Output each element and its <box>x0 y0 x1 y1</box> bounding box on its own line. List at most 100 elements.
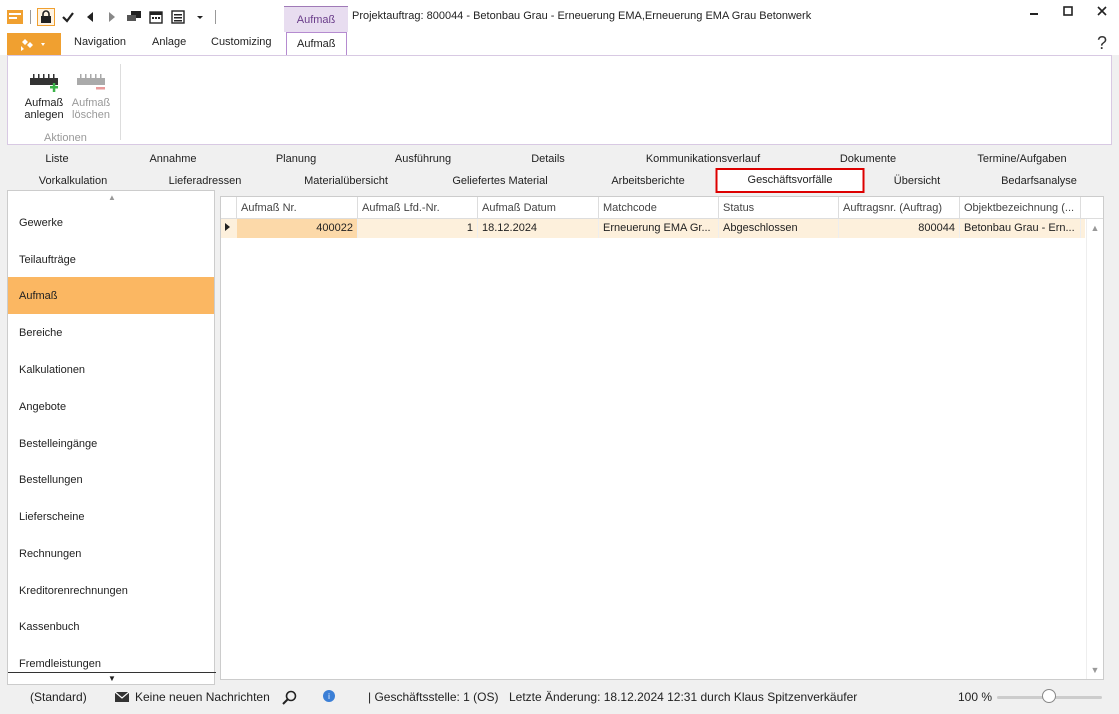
sidebar-item-rechnungen[interactable]: Rechnungen <box>8 535 214 572</box>
layout-label[interactable]: (Standard) <box>30 690 87 704</box>
help-button[interactable]: ? <box>1097 33 1107 54</box>
maximize-icon[interactable] <box>1051 0 1085 22</box>
column-header[interactable]: Aufmaß Lfd.-Nr. <box>358 197 478 219</box>
ribbon-body: Aufmaß anlegen Aufmaß löschen Aktionen <box>7 55 1112 145</box>
lock-icon[interactable] <box>37 8 55 26</box>
button-label: Aufmaß <box>24 97 64 109</box>
nav-tab-bedarfsanalyse[interactable]: Bedarfsanalyse <box>1001 175 1077 187</box>
nav-tab-liste[interactable]: Liste <box>45 153 68 165</box>
nav-tab-dokumente[interactable]: Dokumente <box>840 153 896 165</box>
ribbon-group-separator <box>120 64 121 140</box>
scroll-down-icon[interactable]: ▼ <box>8 672 216 684</box>
calendar-icon[interactable] <box>147 8 165 26</box>
app-menu-button[interactable] <box>7 33 61 55</box>
sidebar-item-kreditorenrechnungen[interactable]: Kreditorenrechnungen <box>8 572 214 609</box>
aufmass-anlegen-button[interactable]: Aufmaß anlegen <box>20 70 68 121</box>
sidebar-item-gewerke[interactable]: Gewerke <box>8 204 214 241</box>
messages-status[interactable]: Keine neuen Nachrichten <box>135 690 270 704</box>
ruler-delete-icon <box>77 74 105 90</box>
row-indicator-header <box>221 197 237 219</box>
column-header[interactable]: Objektbezeichnung (... <box>960 197 1081 219</box>
ruler-add-icon <box>30 74 58 92</box>
nav-tab-geschaeftsvorfaelle[interactable]: Geschäftsvorfälle <box>715 168 865 193</box>
sidebar-item-bestelleingaenge[interactable]: Bestelleingänge <box>8 425 214 462</box>
app-icon[interactable] <box>6 8 24 26</box>
sidebar-item-bereiche[interactable]: Bereiche <box>8 314 214 351</box>
mail-icon <box>114 690 130 704</box>
check-icon[interactable] <box>59 8 77 26</box>
nav-tab-termine-aufgaben[interactable]: Termine/Aufgaben <box>977 153 1066 165</box>
title-bar: Aufmaß Projektauftrag: 800044 - Betonbau… <box>0 0 1119 32</box>
chat-icon[interactable] <box>125 8 143 26</box>
list-icon[interactable] <box>169 8 187 26</box>
table-cell[interactable]: 1 <box>358 219 478 238</box>
nav-tab-row-1: Liste Annahme Planung Ausführung Details… <box>0 148 1119 170</box>
info-icon[interactable]: i <box>323 690 335 702</box>
table-cell[interactable]: Erneuerung EMA Gr... <box>599 219 719 238</box>
nav-tab-lieferadressen[interactable]: Lieferadressen <box>169 175 242 187</box>
nav-tab-geliefertes-material[interactable]: Geliefertes Material <box>452 175 547 187</box>
last-change-status: Letzte Änderung: 18.12.2024 12:31 durch … <box>509 690 858 704</box>
sidebar-item-kalkulationen[interactable]: Kalkulationen <box>8 351 214 388</box>
window-controls <box>1017 0 1119 22</box>
nav-tab-arbeitsberichte[interactable]: Arbeitsberichte <box>611 175 684 187</box>
scroll-down-icon[interactable]: ▼ <box>1087 663 1103 677</box>
separator <box>30 10 31 24</box>
ribbon-group-label: Aktionen <box>44 132 87 144</box>
status-bar: (Standard) Keine neuen Nachrichten | Ges… <box>0 686 1119 714</box>
sidebar-item-kassenbuch[interactable]: Kassenbuch <box>8 608 214 645</box>
table-row[interactable]: 400022 1 18.12.2024 Erneuerung EMA Gr...… <box>221 219 1085 238</box>
zoom-slider-knob[interactable] <box>1042 689 1056 703</box>
dropdown-icon[interactable] <box>191 8 209 26</box>
forward-icon[interactable] <box>103 8 121 26</box>
scroll-up-icon[interactable]: ▲ <box>1087 221 1103 235</box>
sidebar-item-aufmass[interactable]: Aufmaß <box>8 277 214 314</box>
grid-header: Aufmaß Nr. Aufmaß Lfd.-Nr. Aufmaß Datum … <box>221 197 1103 219</box>
sidebar-item-teilauftraege[interactable]: Teilaufträge <box>8 241 214 278</box>
tab-customizing[interactable]: Customizing <box>211 36 272 48</box>
sidebar-item-lieferscheine[interactable]: Lieferscheine <box>8 498 214 535</box>
table-cell[interactable]: Betonbau Grau - Ern... <box>960 219 1081 238</box>
tab-navigation[interactable]: Navigation <box>74 36 126 48</box>
table-cell[interactable]: 400022 <box>237 219 358 238</box>
nav-tab-vorkalkulation[interactable]: Vorkalkulation <box>39 175 108 187</box>
table-cell[interactable]: Abgeschlossen <box>719 219 839 238</box>
branch-status: | Geschäftsstelle: 1 (OS) <box>368 690 499 704</box>
nav-tab-materialuebersicht[interactable]: Materialübersicht <box>304 175 388 187</box>
separator <box>215 10 216 24</box>
sidebar-item-bestellungen[interactable]: Bestellungen <box>8 461 214 498</box>
nav-tab-details[interactable]: Details <box>531 153 565 165</box>
aufmass-loeschen-button[interactable]: Aufmaß löschen <box>67 70 115 121</box>
minimize-icon[interactable] <box>1017 0 1051 22</box>
button-label: Aufmaß <box>71 97 111 109</box>
button-label: anlegen <box>24 109 64 121</box>
quick-access-toolbar <box>6 6 218 28</box>
tab-anlage[interactable]: Anlage <box>152 36 186 48</box>
nav-tab-uebersicht[interactable]: Übersicht <box>894 175 940 187</box>
tab-aufmass[interactable]: Aufmaß <box>286 32 347 56</box>
nav-tab-kommunikationsverlauf[interactable]: Kommunikationsverlauf <box>646 153 760 165</box>
sidebar-item-angebote[interactable]: Angebote <box>8 388 214 425</box>
button-label: löschen <box>72 109 110 121</box>
data-grid: Aufmaß Nr. Aufmaß Lfd.-Nr. Aufmaß Datum … <box>220 196 1104 680</box>
table-cell[interactable]: 800044 <box>839 219 960 238</box>
nav-tab-annahme[interactable]: Annahme <box>149 153 196 165</box>
window-title: Projektauftrag: 800044 - Betonbau Grau -… <box>352 10 812 22</box>
vertical-scrollbar[interactable]: ▲ ▼ <box>1086 219 1103 679</box>
column-header[interactable]: Auftragsnr. (Auftrag) <box>839 197 960 219</box>
zoom-level: 100 % <box>958 690 993 704</box>
column-header[interactable]: Matchcode <box>599 197 719 219</box>
context-tab-group: Aufmaß <box>284 6 348 32</box>
search-icon[interactable] <box>281 690 297 706</box>
column-header[interactable]: Status <box>719 197 839 219</box>
column-header[interactable]: Aufmaß Datum <box>478 197 599 219</box>
scroll-up-icon[interactable]: ▲ <box>8 191 216 203</box>
nav-tab-row-2: Vorkalkulation Lieferadressen Materialüb… <box>0 168 1119 193</box>
back-icon[interactable] <box>81 8 99 26</box>
table-cell[interactable]: 18.12.2024 <box>478 219 599 238</box>
column-header[interactable]: Aufmaß Nr. <box>237 197 358 219</box>
nav-tab-planung[interactable]: Planung <box>276 153 316 165</box>
row-selected-icon <box>225 223 230 231</box>
nav-tab-ausfuehrung[interactable]: Ausführung <box>395 153 451 165</box>
close-icon[interactable] <box>1085 0 1119 22</box>
